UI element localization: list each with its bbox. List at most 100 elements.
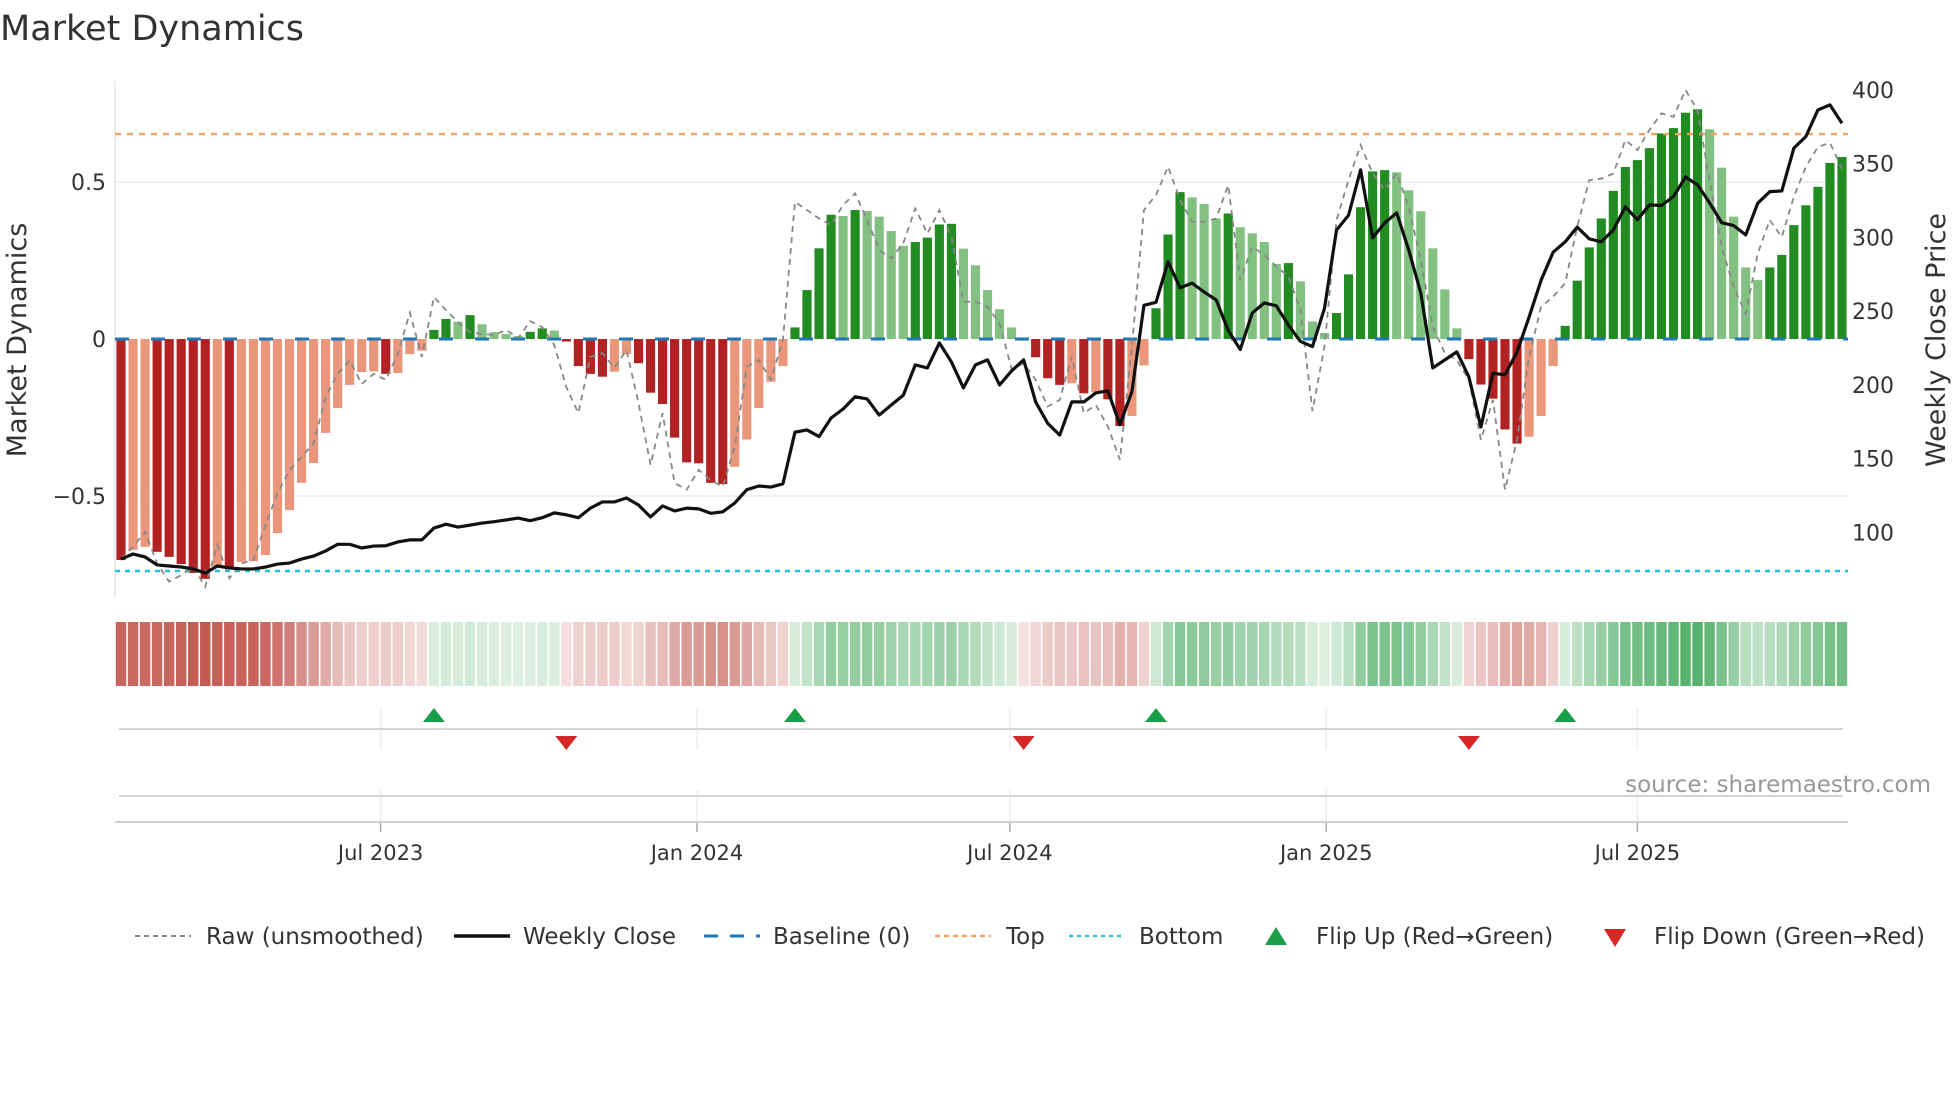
strip-cell [464, 622, 476, 686]
bar-positive [477, 324, 487, 340]
bar-positive [874, 216, 884, 340]
strip-cell [1559, 622, 1571, 686]
strip-cell [1608, 622, 1619, 686]
bar-positive [1656, 133, 1667, 340]
strip-cell [970, 622, 981, 686]
x-tick-label: Jul 2024 [965, 841, 1052, 865]
bar-negative [718, 339, 728, 485]
strip-cell [1776, 622, 1788, 686]
bar-negative [561, 339, 571, 342]
legend-baseline-label: Baseline (0) [773, 924, 910, 950]
bar-negative [152, 339, 162, 552]
strip-cell [368, 622, 379, 686]
y-tick-label: 0.5 [71, 171, 106, 196]
strip-cell [1656, 622, 1667, 686]
left-y-ticks: 0.5 0 −0.5 [53, 171, 106, 510]
bar-positive [1199, 204, 1209, 340]
bar-negative [260, 339, 271, 555]
strip-cell [1343, 622, 1354, 686]
bar-positive [802, 290, 812, 340]
bar-positive [429, 329, 439, 340]
strip-cell [308, 622, 319, 686]
strip-cell [163, 622, 175, 686]
strip-cell [1355, 622, 1366, 686]
bar-positive [1584, 247, 1594, 340]
bar-negative [333, 339, 343, 409]
strip-cell [236, 622, 247, 686]
bar-positive [1368, 171, 1378, 340]
bar-positive [1211, 218, 1221, 340]
bar-negative [116, 339, 126, 561]
flip-down-marker [1457, 736, 1480, 750]
strip-cell [488, 622, 500, 686]
bar-negative [1031, 339, 1041, 358]
bar-negative [754, 339, 764, 409]
strip-cell [934, 622, 945, 686]
bar-positive [838, 215, 848, 340]
bar-negative [176, 339, 186, 565]
strip-cell [1271, 622, 1282, 686]
strip-cell [1728, 622, 1739, 686]
bar-negative [706, 339, 716, 483]
strip-cell [573, 622, 584, 686]
momentum-bars [116, 109, 1847, 579]
strip-cell [392, 622, 404, 686]
strip-cell [1620, 622, 1631, 686]
strip-cell [127, 622, 139, 686]
bar-positive [1620, 167, 1630, 340]
chart-title: Market Dynamics [0, 9, 304, 49]
bar-positive [1668, 128, 1679, 340]
bar-positive [525, 331, 535, 340]
strip-cell [1716, 622, 1727, 686]
legend-flip_down-label: Flip Down (Green→Red) [1654, 924, 1925, 950]
flip-up-marker [783, 708, 806, 722]
bar-negative [645, 339, 656, 393]
legend-bottom-label: Bottom [1139, 924, 1223, 950]
strip-cell [561, 622, 572, 686]
bar-positive [1717, 167, 1727, 340]
strip-cell [669, 622, 680, 686]
strip-cell [1547, 622, 1559, 686]
bar-positive [1151, 308, 1161, 340]
bar-positive [1753, 280, 1763, 340]
strip-cell [452, 622, 464, 686]
strip-cell [609, 622, 620, 686]
bar-positive [1741, 267, 1751, 340]
strip-cell [524, 622, 536, 686]
strip-cell [1379, 622, 1390, 686]
legend-flip-up-icon [1265, 927, 1287, 945]
bar-negative [345, 339, 355, 385]
strip-cell [693, 622, 704, 686]
strip-cell [500, 622, 512, 686]
strip-cell [380, 622, 391, 686]
strip-cell [861, 622, 873, 686]
strip-cell [1066, 622, 1077, 686]
bar-negative [405, 339, 415, 355]
strip-cell [476, 622, 488, 686]
bar-positive [1644, 148, 1655, 340]
strip-cell [717, 622, 728, 686]
strip-cell [1391, 622, 1402, 686]
bar-positive [934, 224, 944, 340]
strip-cell [1367, 622, 1378, 686]
strip-cell [1692, 622, 1703, 686]
strip-cell [1535, 622, 1547, 686]
strip-cell [1596, 622, 1607, 686]
bar-positive [501, 334, 511, 340]
strip-cell [681, 622, 692, 686]
strip-cell [1331, 622, 1342, 686]
y-tick-label: 0 [92, 328, 106, 353]
bar-negative [224, 339, 234, 567]
strip-cell [549, 622, 560, 686]
strip-cell [1138, 622, 1150, 686]
bar-positive [1789, 225, 1799, 340]
strip-cell [729, 622, 741, 686]
strip-cell [922, 622, 933, 686]
strip-cell [1307, 622, 1318, 686]
bar-positive [826, 214, 836, 340]
strip-cell [994, 622, 1005, 686]
bar-positive [922, 237, 932, 340]
bar-negative [1067, 339, 1077, 384]
bar-positive [1428, 248, 1438, 340]
flip-up-marker [422, 708, 445, 722]
